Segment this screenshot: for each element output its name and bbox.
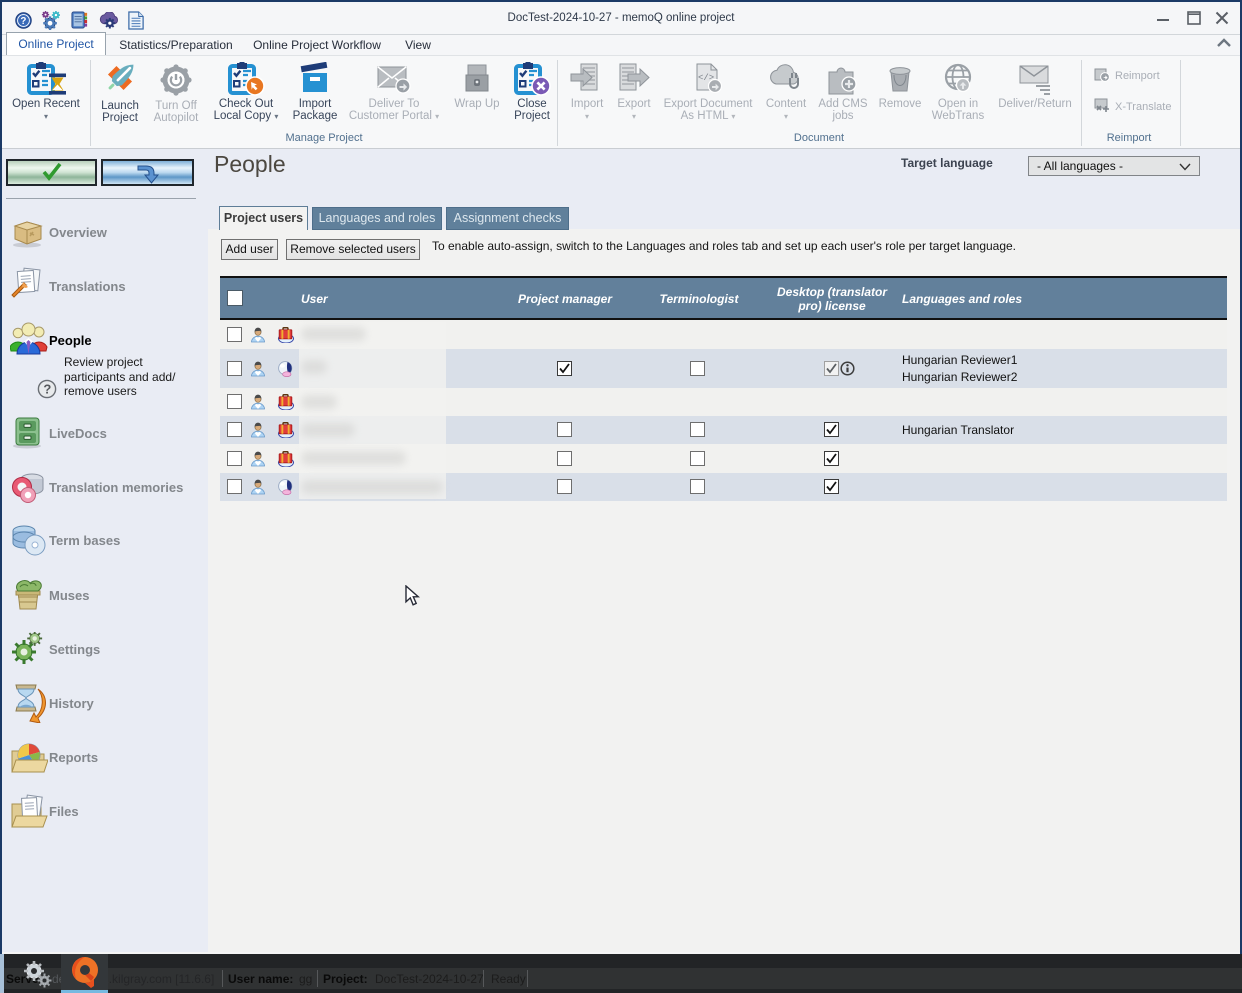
svg-text:?: ?: [20, 16, 26, 27]
svg-text:?: ?: [43, 382, 51, 397]
